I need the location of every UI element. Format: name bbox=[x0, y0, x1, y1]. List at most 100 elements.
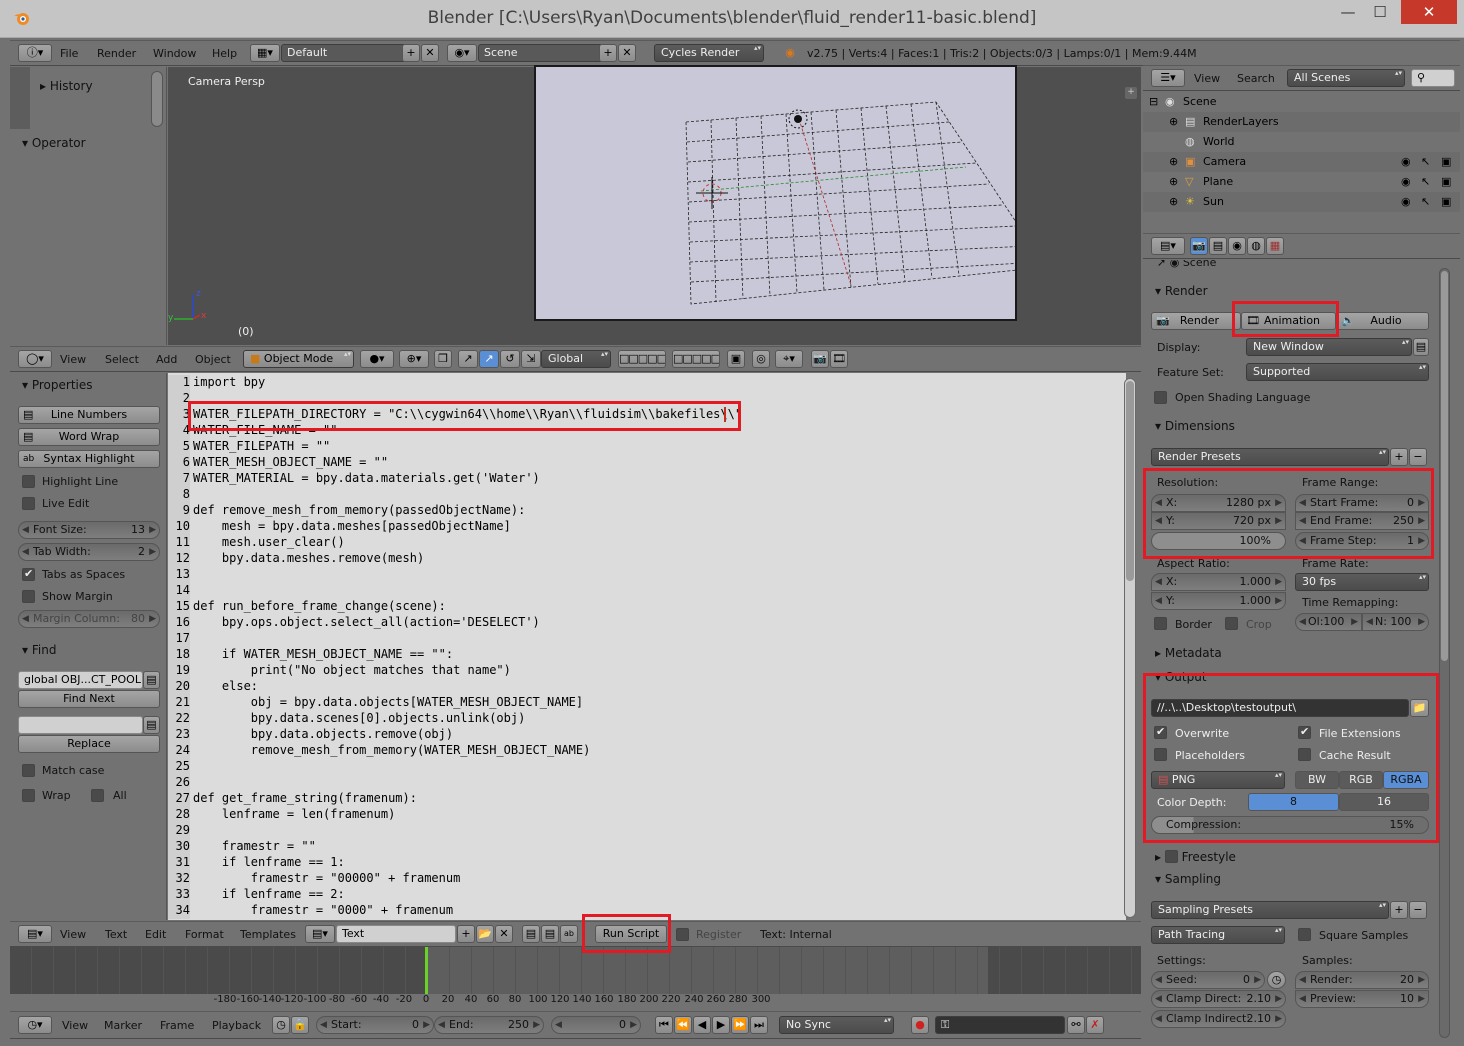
remap-new-field[interactable]: ◀ N: 100 ▶ bbox=[1362, 613, 1429, 631]
render-still-button[interactable]: 📷 Render bbox=[1151, 312, 1241, 330]
outliner-search-field[interactable]: ⚲ bbox=[1411, 69, 1455, 87]
render-anim-icon[interactable]: 🎞 bbox=[830, 350, 848, 368]
aspect-x-field[interactable]: ◀ X: 1.000 ▶ bbox=[1151, 573, 1286, 591]
menu-templates[interactable]: Templates bbox=[240, 928, 296, 941]
clamp-indirect-field[interactable]: ◀ Clamp Indirect: 2.10 ▶ bbox=[1151, 1010, 1286, 1028]
menu-playback[interactable]: Playback bbox=[212, 1019, 261, 1032]
texture-tab-icon[interactable]: ▦ bbox=[1266, 237, 1284, 255]
menu-window[interactable]: Window bbox=[153, 47, 196, 60]
crop-checkbox[interactable] bbox=[1225, 617, 1238, 630]
outliner-row[interactable]: ⊕ ▣ Camera ◉ ↖ ▣ bbox=[1143, 152, 1460, 172]
current-frame-field[interactable]: ◀ 0 ▶ bbox=[551, 1016, 641, 1034]
layers-tab-icon[interactable]: ▤ bbox=[1209, 237, 1227, 255]
scale-manipulator[interactable]: ↺ bbox=[500, 350, 520, 368]
outliner-menu-search[interactable]: Search bbox=[1237, 72, 1275, 85]
manipulator-toggle[interactable]: ❒ bbox=[434, 350, 452, 368]
cursor-icon[interactable]: ↖ bbox=[1421, 155, 1430, 168]
code-line[interactable]: lenframe = len(framenum) bbox=[193, 807, 395, 821]
menu-add[interactable]: Add bbox=[156, 353, 177, 366]
object-mode-select[interactable]: ■ Object Mode bbox=[243, 350, 354, 368]
viewport-shading-select[interactable]: ●▾ bbox=[360, 350, 394, 368]
compression-slider[interactable]: Compression: 15% bbox=[1151, 816, 1429, 834]
all-checkbox[interactable] bbox=[91, 789, 104, 802]
frame-step-field[interactable]: ◀ Frame Step: 1 ▶ bbox=[1295, 532, 1429, 550]
menu-edit[interactable]: Edit bbox=[145, 928, 166, 941]
tabs-as-spaces-checkbox[interactable] bbox=[22, 567, 35, 581]
code-line[interactable]: framestr = "00000" + framenum bbox=[193, 871, 461, 885]
code-line[interactable]: remove_mesh_from_memory(WATER_MESH_OBJEC… bbox=[193, 743, 591, 757]
close-button[interactable]: ✕ bbox=[1401, 0, 1457, 24]
insert-keyframe-button[interactable]: ⚯ bbox=[1067, 1016, 1085, 1034]
code-line[interactable]: import bpy bbox=[193, 375, 265, 389]
outliner-tree[interactable]: ⊟ ◉ Scene ⊕ ▤ RenderLayers ◍ World ⊕ ▣ Camera ◉ ↖ ▣ ⊕ ▽… bbox=[1143, 92, 1460, 232]
code-line[interactable]: if WATER_MESH_OBJECT_NAME == "": bbox=[193, 647, 453, 661]
placeholders-checkbox[interactable] bbox=[1154, 748, 1167, 761]
jump-end-button[interactable]: ⏭ bbox=[750, 1016, 768, 1034]
integrator-select[interactable]: Path Tracing bbox=[1151, 926, 1285, 944]
color-bw-button[interactable]: BW bbox=[1295, 771, 1339, 789]
render-samples-field[interactable]: ◀ Render: 20 ▶ bbox=[1295, 971, 1429, 989]
animated-seed-icon[interactable]: ◷ bbox=[1267, 971, 1286, 989]
properties-scrollbar[interactable] bbox=[1439, 268, 1450, 1038]
render-presets-select[interactable]: Render Presets bbox=[1151, 448, 1389, 466]
line-numbers-toggle[interactable]: ▤ Line Numbers bbox=[18, 406, 160, 424]
playhead[interactable] bbox=[425, 947, 428, 994]
play-button[interactable]: ▶ bbox=[712, 1016, 730, 1034]
code-editor[interactable]: 1 import bpy 2 3 WATER_FILEPATH_DIRECTORY = … bbox=[168, 373, 1126, 920]
frame-rate-select[interactable]: 30 fps bbox=[1295, 573, 1429, 591]
resolution-percent-field[interactable]: 100% bbox=[1151, 532, 1286, 550]
play-reverse-button[interactable]: ◀ bbox=[693, 1016, 711, 1034]
register-checkbox[interactable] bbox=[676, 928, 689, 941]
metadata-panel-header[interactable]: ▸ Metadata bbox=[1155, 646, 1222, 660]
cache-result-checkbox[interactable] bbox=[1298, 748, 1311, 761]
orientation-select[interactable]: Global bbox=[541, 350, 611, 368]
pivot-select[interactable]: ⊕▾ bbox=[399, 350, 429, 368]
display-lock-icon[interactable]: ▤ bbox=[1413, 338, 1429, 356]
file-format-select[interactable]: ▤ PNG bbox=[1151, 771, 1285, 789]
viewport-3d[interactable]: Camera Persp z y x (0) + bbox=[168, 65, 1141, 345]
menu-text[interactable]: Text bbox=[105, 928, 127, 941]
code-line[interactable]: print("No object matches that name") bbox=[193, 663, 511, 677]
jump-keyframe-back-button[interactable]: ⏪ bbox=[674, 1016, 692, 1034]
rotate-manipulator[interactable]: ↗ bbox=[479, 350, 499, 368]
code-line[interactable]: obj = bpy.data.objects[WATER_MESH_OBJECT… bbox=[193, 695, 583, 709]
render-still-icon[interactable]: 📷 bbox=[811, 350, 829, 368]
operator-panel-header[interactable]: ▾ Operator bbox=[22, 136, 86, 150]
remove-sampling-preset-button[interactable]: − bbox=[1409, 901, 1427, 919]
clamp-direct-field[interactable]: ◀ Clamp Direct: 2.10 ▶ bbox=[1151, 990, 1286, 1008]
layers-grid-a[interactable]: □□□□□ bbox=[618, 350, 666, 368]
font-size-field[interactable]: ◀ Font Size: 13 ▶ bbox=[18, 521, 160, 539]
code-line[interactable]: bpy.data.objects.remove(obj) bbox=[193, 727, 453, 741]
sampling-presets-select[interactable]: Sampling Presets bbox=[1151, 901, 1389, 919]
properties-region-toggle[interactable]: + bbox=[1125, 87, 1137, 99]
scene-tab-icon[interactable]: ◉ bbox=[1228, 237, 1246, 255]
syntax-highlight-toggle[interactable]: ab Syntax Highlight bbox=[18, 450, 160, 468]
outliner-item-label[interactable]: Camera bbox=[1203, 155, 1246, 168]
depth-8-button[interactable]: 8 bbox=[1248, 793, 1339, 811]
new-text-button[interactable]: + bbox=[457, 925, 475, 943]
world-tab-icon[interactable]: ◍ bbox=[1247, 237, 1265, 255]
browse-folder-icon[interactable]: 📁 bbox=[1410, 699, 1429, 717]
sampling-panel-header[interactable]: ▾ Sampling bbox=[1155, 872, 1221, 886]
color-rgb-button[interactable]: RGB bbox=[1339, 771, 1383, 789]
remove-layout-button[interactable]: ✕ bbox=[421, 44, 439, 62]
find-from-selection-icon[interactable]: ▤ bbox=[143, 671, 160, 689]
maximize-button[interactable]: ☐ bbox=[1357, 0, 1403, 24]
find-panel-header[interactable]: ▾ Find bbox=[22, 643, 56, 657]
code-line[interactable]: bpy.data.scenes[0].objects.unlink(obj) bbox=[193, 711, 526, 725]
replace-button[interactable]: Replace bbox=[18, 735, 160, 753]
code-line[interactable]: framestr = "" bbox=[193, 839, 316, 853]
aspect-y-field[interactable]: ◀ Y: 1.000 ▶ bbox=[1151, 592, 1286, 610]
color-rgba-button[interactable]: RGBA bbox=[1383, 771, 1429, 789]
code-line[interactable]: WATER_FILE_NAME = "" bbox=[193, 423, 338, 437]
camera-render-icon[interactable]: ▣ bbox=[1441, 155, 1451, 168]
keying-set-field[interactable]: ⚿ bbox=[935, 1016, 1065, 1034]
code-scrollbar[interactable] bbox=[1124, 378, 1136, 918]
menu-help[interactable]: Help bbox=[212, 47, 237, 60]
cursor-icon[interactable]: ↖ bbox=[1421, 175, 1430, 188]
translate-manipulator[interactable]: ↗ bbox=[458, 350, 478, 368]
outliner-menu-view[interactable]: View bbox=[1194, 72, 1220, 85]
eye-icon[interactable]: ◉ bbox=[1401, 175, 1411, 188]
expand-icon[interactable]: ⊕ bbox=[1169, 155, 1178, 168]
margin-column-field[interactable]: ◀ Margin Column: 80 ▶ bbox=[18, 610, 160, 628]
